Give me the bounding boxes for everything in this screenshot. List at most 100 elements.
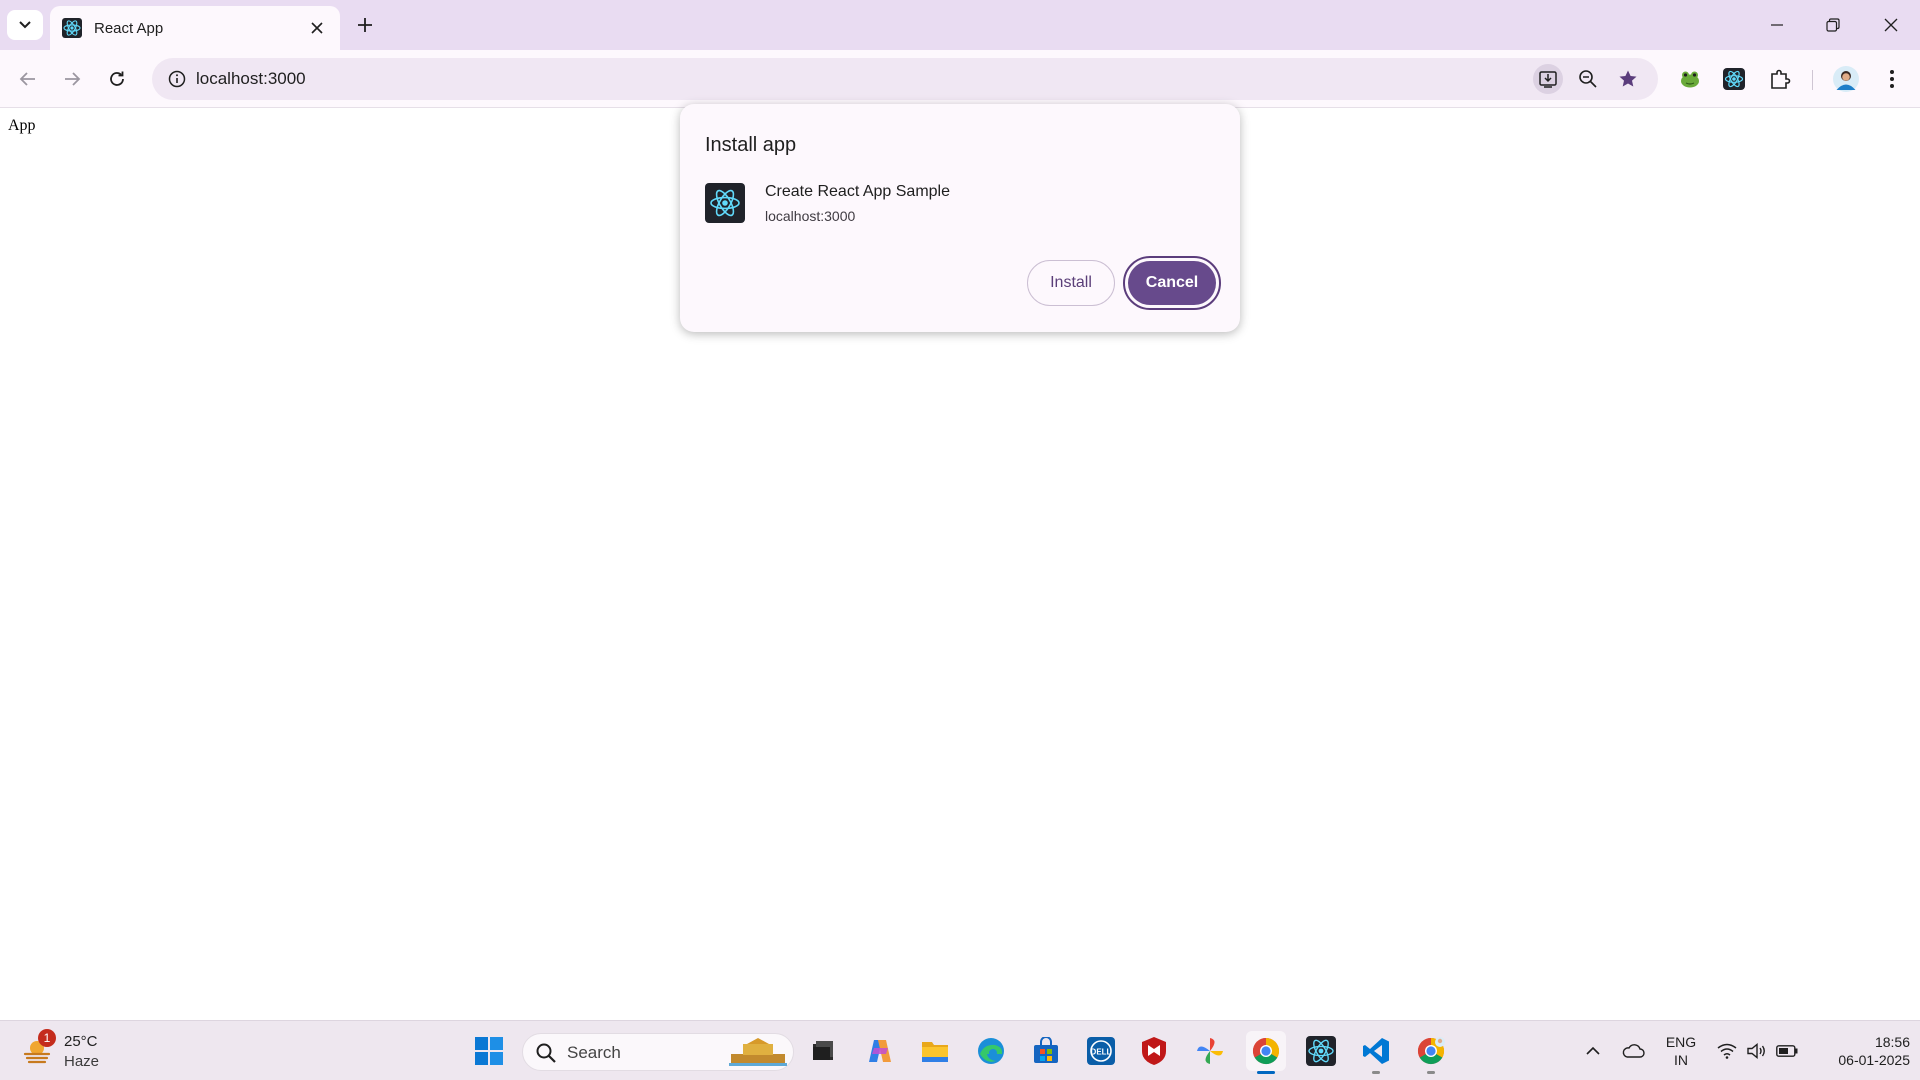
- taskbar-search-box[interactable]: Search: [522, 1033, 794, 1071]
- taskbar-react-app[interactable]: [1301, 1031, 1341, 1071]
- minimize-button[interactable]: [1748, 0, 1806, 50]
- extension-frog-button[interactable]: [1674, 63, 1706, 95]
- browser-toolbar: localhost:3000: [0, 50, 1920, 108]
- search-label: Search: [567, 1043, 621, 1062]
- language-indicator[interactable]: ENG IN: [1658, 1033, 1704, 1069]
- forward-button[interactable]: [56, 63, 88, 95]
- install-app-icon: [1539, 71, 1557, 88]
- dell-icon: DELL: [1087, 1037, 1115, 1065]
- clock-date: 06-01-2025: [1838, 1052, 1910, 1068]
- tab-react-app[interactable]: React App: [50, 6, 340, 50]
- vscode-icon: [1363, 1038, 1389, 1064]
- running-app-indicator: [1372, 1071, 1380, 1074]
- zoom-out-icon: [1579, 70, 1597, 88]
- onedrive-icon: [1622, 1044, 1645, 1058]
- taskbar-copilot[interactable]: [860, 1031, 900, 1071]
- language-code: ENG: [1665, 1034, 1697, 1050]
- close-icon: [1884, 18, 1898, 32]
- search-icon: [536, 1043, 556, 1063]
- dialog-title: Install app: [705, 134, 797, 156]
- restore-button[interactable]: [1804, 0, 1862, 50]
- tab-title: React App: [94, 19, 164, 37]
- show-hidden-icons-button[interactable]: [1582, 1035, 1604, 1067]
- install-app-button[interactable]: [1533, 64, 1563, 94]
- onedrive-tray-button[interactable]: [1618, 1035, 1648, 1067]
- page-body-text: App: [8, 117, 36, 134]
- extension-frog-icon: [1681, 71, 1699, 88]
- network-tray-button[interactable]: [1714, 1035, 1740, 1067]
- chrome-icon: [1417, 1037, 1445, 1065]
- reload-button[interactable]: [101, 63, 133, 95]
- battery-icon: [1776, 1045, 1798, 1057]
- volume-icon: [1747, 1043, 1765, 1059]
- back-arrow-icon: [19, 72, 35, 86]
- taskbar-file-folder[interactable]: [915, 1031, 955, 1071]
- system-clock[interactable]: 18:56 06-01-2025: [1810, 1033, 1910, 1069]
- taskbar-chrome[interactable]: [1246, 1031, 1286, 1074]
- folder-icon: [922, 1042, 948, 1062]
- taskbar-chrome-profile[interactable]: [1411, 1031, 1451, 1074]
- toolbar-divider: [1812, 70, 1813, 90]
- site-info-button[interactable]: [162, 64, 192, 94]
- profile-button[interactable]: [1830, 63, 1862, 95]
- react-favicon-icon: [62, 18, 82, 38]
- pinwheel-icon: [1197, 1038, 1223, 1064]
- browser-tab-strip: React App: [0, 0, 1920, 50]
- bookmark-button[interactable]: [1613, 64, 1643, 94]
- extension-react-devtools-button[interactable]: [1718, 63, 1750, 95]
- react-devtools-icon: [1306, 1036, 1336, 1066]
- volume-tray-button[interactable]: [1744, 1035, 1770, 1067]
- minimize-icon: [1771, 24, 1783, 26]
- svg-text:DELL: DELL: [1091, 1048, 1112, 1057]
- reload-icon: [110, 71, 124, 86]
- taskbar-vscode[interactable]: [1356, 1031, 1396, 1074]
- extensions-menu-button[interactable]: [1764, 63, 1796, 95]
- zoom-button[interactable]: [1573, 64, 1603, 94]
- taskbar-mcafee[interactable]: [1134, 1031, 1174, 1071]
- search-highlight-art-icon: [729, 1038, 787, 1066]
- app-icon: [705, 183, 745, 223]
- bookmark-star-icon: [1619, 70, 1637, 87]
- react-logo-icon: [710, 189, 740, 217]
- windows-taskbar: 1 25°C Haze Search DELL ENG IN 18:56 06-…: [0, 1020, 1920, 1080]
- weather-condition: Haze: [64, 1053, 100, 1070]
- clock-time: 18:56: [1874, 1034, 1910, 1050]
- taskbar-edge[interactable]: [971, 1031, 1011, 1071]
- address-bar[interactable]: localhost:3000: [152, 58, 1658, 100]
- restore-icon: [1826, 18, 1840, 32]
- taskbar-microsoft-store[interactable]: [1026, 1031, 1066, 1071]
- extension-react-icon: [1723, 68, 1745, 90]
- app-name: Create React App Sample: [765, 183, 950, 200]
- close-icon: [311, 22, 323, 34]
- tab-close-button[interactable]: [306, 17, 328, 39]
- taskbar-dell[interactable]: DELL: [1081, 1031, 1121, 1071]
- start-button[interactable]: [469, 1031, 509, 1071]
- app-origin: localhost:3000: [765, 208, 856, 224]
- site-info-icon: [168, 70, 186, 88]
- tab-search-button[interactable]: [7, 10, 43, 40]
- battery-tray-button[interactable]: [1774, 1035, 1800, 1067]
- wifi-icon: [1717, 1043, 1737, 1059]
- back-button[interactable]: [12, 63, 44, 95]
- plus-icon: [358, 18, 372, 32]
- forward-arrow-icon: [65, 72, 81, 86]
- weather-widget[interactable]: 1 25°C Haze: [22, 1029, 122, 1073]
- cancel-button-focus-ring: Cancel: [1123, 256, 1221, 310]
- chrome-menu-button[interactable]: [1876, 63, 1908, 95]
- region-code: IN: [1674, 1052, 1688, 1068]
- more-vert-icon: [1890, 70, 1894, 88]
- extensions-puzzle-icon: [1771, 69, 1791, 89]
- windows-start-icon: [475, 1037, 503, 1065]
- taskbar-file-explorer[interactable]: [803, 1031, 843, 1071]
- chevron-up-icon: [1586, 1046, 1600, 1055]
- taskbar-photos[interactable]: [1190, 1031, 1230, 1071]
- active-app-indicator: [1257, 1071, 1275, 1074]
- profile-avatar-icon: [1833, 66, 1859, 92]
- close-window-button[interactable]: [1862, 0, 1920, 50]
- chrome-icon: [1252, 1037, 1280, 1065]
- edge-icon: [978, 1038, 1004, 1064]
- install-button[interactable]: Install: [1027, 260, 1115, 306]
- new-tab-button[interactable]: [350, 10, 380, 40]
- cancel-button[interactable]: Cancel: [1128, 261, 1216, 305]
- tab-search-icon: [19, 21, 31, 29]
